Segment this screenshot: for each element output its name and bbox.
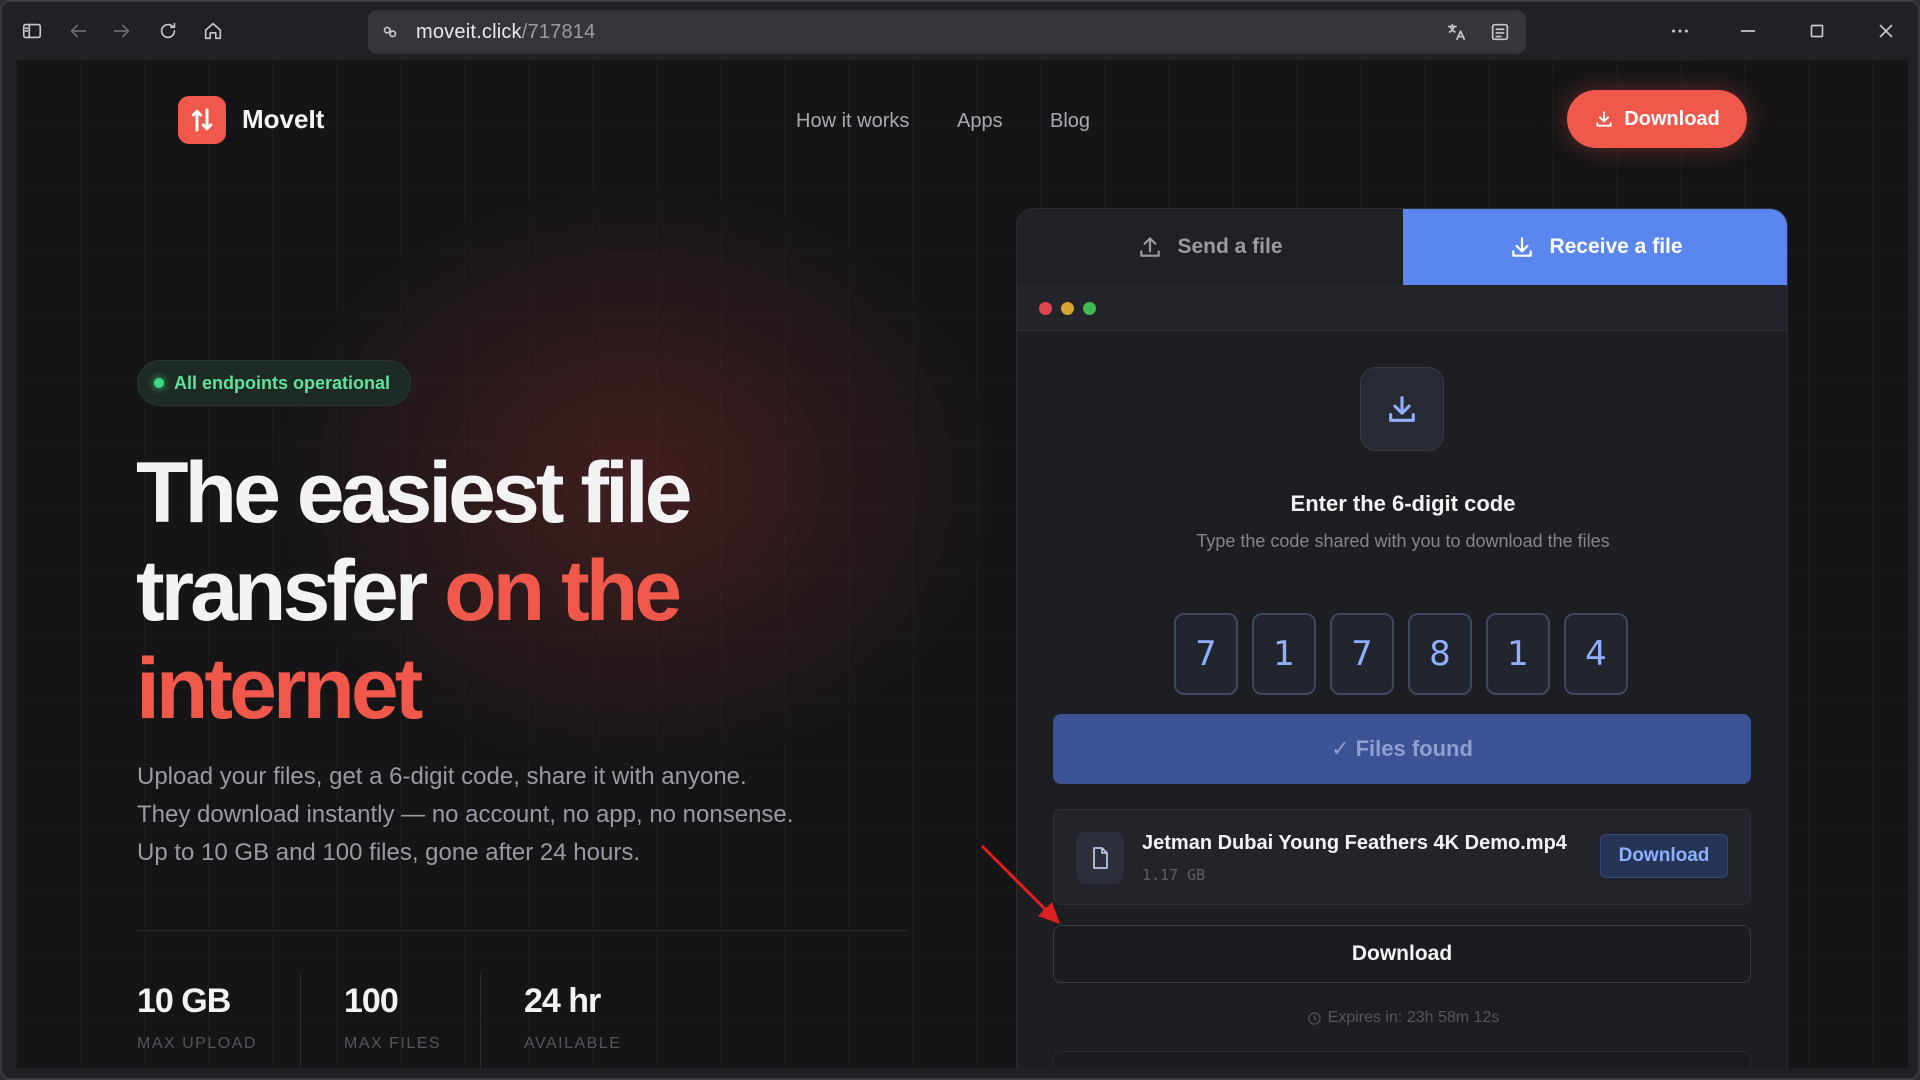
reader-mode-icon[interactable]	[1484, 16, 1516, 48]
panel-footer-card	[1053, 1051, 1751, 1068]
browser-toolbar: moveit.click/717814	[2, 2, 1918, 60]
translate-icon[interactable]	[1440, 16, 1472, 48]
code-input-group: 7 1 7 8 1 4	[1174, 613, 1630, 695]
url-host: moveit.click	[416, 21, 522, 43]
header-download-button[interactable]: Download	[1567, 90, 1747, 148]
code-digit-1[interactable]: 7	[1174, 613, 1238, 695]
browser-window: moveit.click/717814 MoveIt How it works …	[0, 0, 1920, 1080]
file-download-button[interactable]: Download	[1600, 834, 1728, 878]
download-icon	[1596, 111, 1612, 127]
tab-send-file[interactable]: Send a file	[1017, 209, 1403, 285]
window-dot-red	[1039, 302, 1052, 315]
address-bar[interactable]: moveit.click/717814	[368, 10, 1526, 54]
home-icon[interactable]	[197, 15, 229, 47]
site-info-icon[interactable]	[374, 16, 406, 48]
code-digit-2[interactable]: 1	[1252, 613, 1316, 695]
stat-value: 100	[344, 982, 399, 1020]
code-digit-6[interactable]: 4	[1564, 613, 1628, 695]
nav-link-how-it-works[interactable]: How it works	[796, 110, 909, 133]
window-dot-yellow	[1061, 302, 1074, 315]
panel-window-bar	[1017, 285, 1787, 331]
file-name: Jetman Dubai Young Feathers 4K Demo.mp4	[1142, 832, 1567, 854]
sidebar-toggle-icon[interactable]	[16, 15, 48, 47]
divider	[137, 930, 907, 931]
stat-value: 10 GB	[137, 982, 231, 1020]
status-dot-icon	[154, 378, 164, 388]
file-icon	[1076, 832, 1124, 884]
nav-link-apps[interactable]: Apps	[957, 110, 1003, 133]
stat-label: MAX UPLOAD	[137, 1035, 257, 1052]
stat-label: MAX FILES	[344, 1035, 442, 1052]
receive-download-icon	[1360, 367, 1444, 451]
download-icon	[1512, 237, 1533, 257]
stat-available: 24 hr AVAILABLE	[524, 982, 621, 1053]
file-size: 1.17 GB	[1142, 866, 1206, 884]
tab-receive-file[interactable]: Receive a file	[1403, 209, 1787, 285]
stat-divider	[300, 974, 301, 1068]
code-digit-4[interactable]: 8	[1408, 613, 1472, 695]
files-found-button[interactable]: ✓ Files found	[1053, 714, 1751, 784]
window-dot-green	[1083, 302, 1096, 315]
upload-icon	[1140, 237, 1161, 257]
back-icon[interactable]	[62, 15, 94, 47]
logo-icon[interactable]	[178, 96, 226, 144]
stat-value: 24 hr	[524, 982, 601, 1020]
code-prompt-title: Enter the 6-digit code	[1290, 491, 1516, 516]
url-text[interactable]: moveit.click/717814	[416, 21, 595, 44]
stat-label: AVAILABLE	[524, 1035, 622, 1052]
transfer-panel: Send a file Receive a file Enter the 6-d…	[1016, 208, 1788, 1068]
transfer-tabs: Send a file Receive a file	[1017, 209, 1787, 285]
maximize-icon[interactable]	[1801, 15, 1833, 47]
code-digit-3[interactable]: 7	[1330, 613, 1394, 695]
stat-divider	[480, 974, 481, 1068]
hero-headline: The easiest file transfer on the interne…	[136, 444, 836, 738]
expiry-info: Expires in: 23h 58m 12s	[1017, 1009, 1787, 1027]
code-digit-5[interactable]: 1	[1486, 613, 1550, 695]
minimize-icon[interactable]	[1732, 15, 1764, 47]
file-list-item: Jetman Dubai Young Feathers 4K Demo.mp4 …	[1053, 809, 1751, 905]
forward-icon[interactable]	[106, 15, 138, 47]
hero-subtitle: Upload your files, get a 6-digit code, s…	[137, 763, 794, 866]
close-window-icon[interactable]	[1870, 15, 1902, 47]
tab-receive-label: Receive a file	[1549, 235, 1683, 258]
tab-send-label: Send a file	[1177, 235, 1283, 258]
expiry-text: Expires in: 23h 58m 12s	[1327, 1009, 1500, 1026]
header-download-label: Download	[1624, 107, 1720, 130]
reload-icon[interactable]	[152, 15, 184, 47]
code-prompt-subtitle: Type the code shared with you to downloa…	[1196, 531, 1610, 551]
stat-max-files: 100 MAX FILES	[344, 982, 441, 1053]
web-page: MoveIt How it works Apps Blog Download A…	[16, 60, 1908, 1068]
status-badge: All endpoints operational	[137, 360, 412, 406]
download-all-button[interactable]: Download	[1053, 925, 1751, 983]
nav-link-blog[interactable]: Blog	[1050, 110, 1090, 133]
brand-name[interactable]: MoveIt	[242, 104, 324, 135]
url-path: /717814	[521, 21, 596, 43]
status-badge-label: All endpoints operational	[174, 372, 391, 393]
more-options-icon[interactable]	[1664, 15, 1696, 47]
stat-max-upload: 10 GB MAX UPLOAD	[137, 982, 257, 1053]
clock-icon	[1307, 1011, 1321, 1025]
